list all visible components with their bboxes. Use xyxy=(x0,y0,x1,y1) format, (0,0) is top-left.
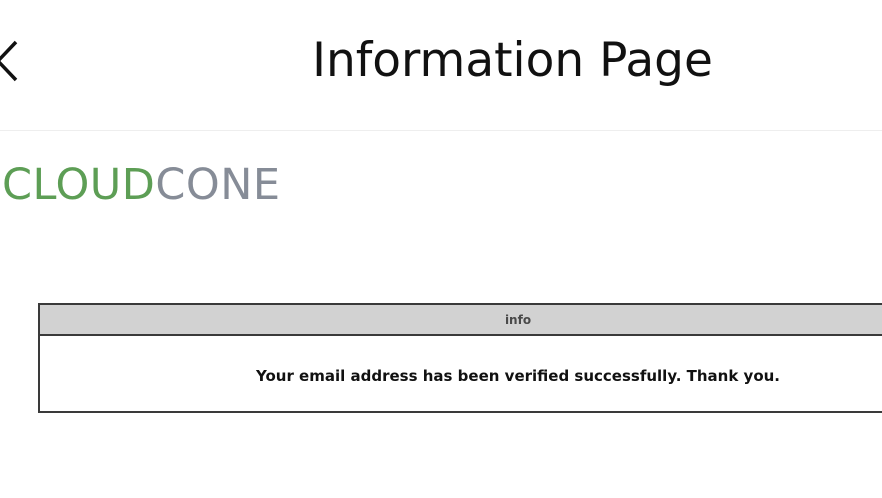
cloudcone-logo: CLOUDCONE xyxy=(2,160,281,210)
page-title: Information Page xyxy=(312,33,713,88)
information-page: Information Page CLOUDCONE info Your ema… xyxy=(0,0,882,498)
top-header: Information Page xyxy=(0,0,882,131)
info-panel-message: Your email address has been verified suc… xyxy=(255,367,781,385)
info-panel: info Your email address has been verifie… xyxy=(38,303,882,413)
info-panel-heading: info xyxy=(40,305,882,336)
logo-text-cone: CONE xyxy=(155,160,281,210)
logo-text-cloud: CLOUD xyxy=(2,160,156,210)
